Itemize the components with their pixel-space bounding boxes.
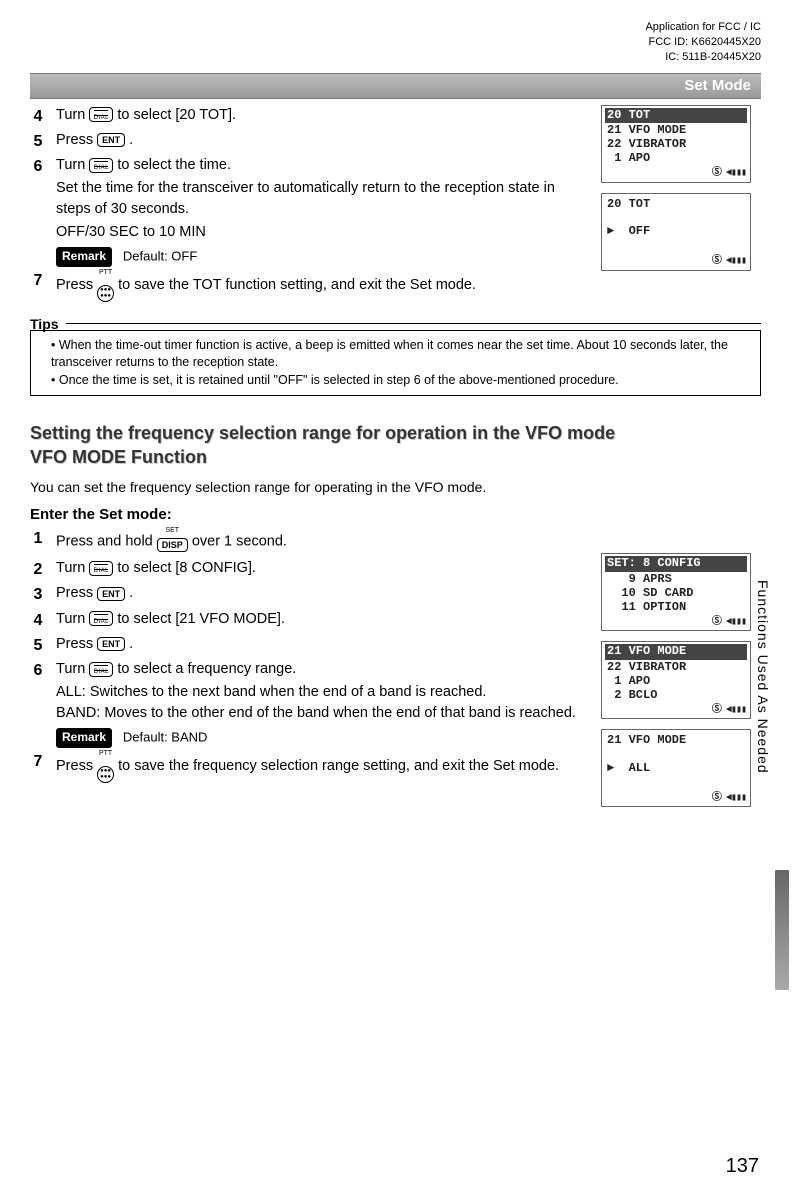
page-number: 137	[726, 1155, 759, 1178]
dial-icon: DIAL	[89, 561, 113, 576]
lcd-row: 21 VFO MODE	[607, 123, 686, 137]
disp-key-icon: SET DISP	[157, 527, 188, 556]
lcd-row: ► OFF	[607, 224, 650, 238]
lcd-status-icons: Ⓢ ◄▮▮▮	[712, 256, 746, 268]
step-number: 4	[30, 609, 46, 632]
ent-key-icon: ENT	[97, 587, 125, 601]
header-line: Application for FCC / IC	[30, 20, 761, 35]
lcd-row: 1 APO	[607, 674, 650, 688]
dial-icon: DIAL	[89, 662, 113, 677]
tip-item: When the time-out timer function is acti…	[51, 337, 752, 372]
lcd-row-highlight: 20 TOT	[605, 108, 747, 124]
title-bar-text: Set Mode	[684, 77, 751, 94]
side-tab-indicator	[775, 870, 789, 990]
lcd-screen-1: 20 TOT 21 VFO MODE 22 VIBRATOR 1 APO Ⓢ ◄…	[601, 105, 751, 183]
dial-icon: DIAL	[89, 107, 113, 122]
lcd-screen-2: 20 TOT ► OFF Ⓢ ◄▮▮▮	[601, 193, 751, 271]
option-all: ALL: Switches to the next band when the …	[56, 682, 589, 703]
step-5: 5 Press ENT .	[30, 130, 589, 153]
step-number: 5	[30, 130, 46, 153]
dial-icon: DIAL	[89, 158, 113, 173]
lcd-row: 9 APRS	[607, 572, 672, 586]
lcd-row: 1 APO	[607, 151, 650, 165]
step-6: 6 Turn DIAL to select the time. Set the …	[30, 155, 589, 267]
remark-badge: Remark	[56, 247, 112, 267]
lcd-row-highlight: SET: 8 CONFIG	[605, 556, 747, 572]
step-7: 7 Press PTT ●●●●●● to save the TOT funct…	[30, 269, 589, 302]
lcd-status-icons: Ⓢ ◄▮▮▮	[712, 705, 746, 717]
step-1: 1 Press and hold SET DISP over 1 second.	[30, 527, 589, 556]
lcd-row: 10 SD CARD	[607, 586, 693, 600]
step-number: 7	[30, 750, 46, 773]
tip-item: Once the time is set, it is retained unt…	[51, 372, 752, 390]
lcd-row: 22 VIBRATOR	[607, 137, 686, 151]
lcd-row: 2 BCLO	[607, 688, 657, 702]
step-4: 4 Turn DIAL to select [20 TOT].	[30, 105, 589, 128]
step-6: 6 Turn DIAL to select a frequency range.…	[30, 659, 589, 748]
lcd-row: 11 OPTION	[607, 600, 686, 614]
lcd-row-highlight: 21 VFO MODE	[605, 644, 747, 660]
step-5: 5 Press ENT .	[30, 634, 589, 657]
step-number: 6	[30, 155, 46, 178]
tips-box: When the time-out timer function is acti…	[30, 330, 761, 397]
lcd-screen-5: 21 VFO MODE ► ALL Ⓢ ◄▮▮▮	[601, 729, 751, 807]
document-header: Application for FCC / IC FCC ID: K662044…	[30, 20, 761, 65]
section-heading: Setting the frequency selection range fo…	[30, 422, 761, 469]
tips-divider	[66, 323, 761, 324]
title-bar: Set Mode	[30, 73, 761, 99]
section-intro: You can set the frequency selection rang…	[30, 477, 761, 498]
step-2: 2 Turn DIAL to select [8 CONFIG].	[30, 558, 589, 581]
lcd-status-icons: Ⓢ ◄▮▮▮	[712, 168, 746, 180]
enter-set-mode-label: Enter the Set mode:	[30, 506, 761, 523]
remark-text: Default: BAND	[123, 729, 208, 744]
lcd-row: ► ALL	[607, 761, 650, 775]
header-line: IC: 511B-20445X20	[30, 50, 761, 65]
ent-key-icon: ENT	[97, 133, 125, 147]
step-number: 1	[30, 527, 46, 550]
lcd-status-icons: Ⓢ ◄▮▮▮	[712, 617, 746, 629]
header-line: FCC ID: K6620445X20	[30, 35, 761, 50]
lcd-row: 22 VIBRATOR	[607, 660, 686, 674]
ent-key-icon: ENT	[97, 637, 125, 651]
ptt-button-icon: PTT ●●●●●●	[97, 750, 114, 783]
remark-text: Default: OFF	[123, 248, 197, 263]
lcd-row: 20 TOT	[607, 197, 650, 211]
step-number: 7	[30, 269, 46, 292]
remark-badge: Remark	[56, 728, 112, 748]
step-number: 3	[30, 583, 46, 606]
lcd-screen-4: 21 VFO MODE 22 VIBRATOR 1 APO 2 BCLO Ⓢ ◄…	[601, 641, 751, 719]
step-description: Set the time for the transceiver to auto…	[56, 178, 589, 220]
step-number: 2	[30, 558, 46, 581]
step-description: OFF/30 SEC to 10 MIN	[56, 222, 589, 243]
step-number: 5	[30, 634, 46, 657]
step-number: 4	[30, 105, 46, 128]
step-number: 6	[30, 659, 46, 682]
option-band: BAND: Moves to the other end of the band…	[56, 703, 589, 724]
lcd-row: 21 VFO MODE	[607, 733, 686, 747]
step-7: 7 Press PTT ●●●●●● to save the frequency…	[30, 750, 589, 783]
step-3: 3 Press ENT .	[30, 583, 589, 606]
tips-heading: Tips	[30, 316, 761, 324]
step-4: 4 Turn DIAL to select [21 VFO MODE].	[30, 609, 589, 632]
dial-icon: DIAL	[89, 611, 113, 626]
lcd-status-icons: Ⓢ ◄▮▮▮	[712, 793, 746, 805]
ptt-button-icon: PTT ●●●●●●	[97, 269, 114, 302]
side-tab-label: Functions Used As Needed	[755, 580, 771, 774]
lcd-screen-3: SET: 8 CONFIG 9 APRS 10 SD CARD 11 OPTIO…	[601, 553, 751, 631]
